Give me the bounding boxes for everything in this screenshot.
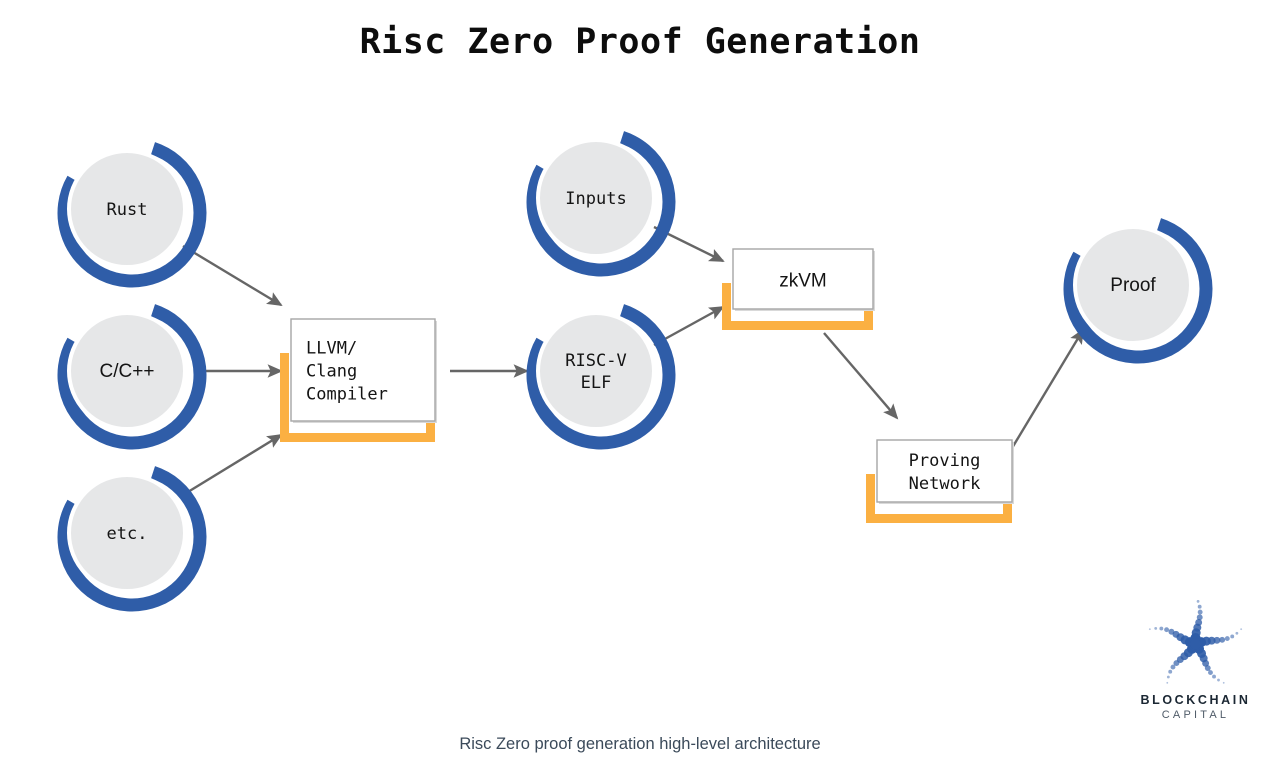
figure-caption: Risc Zero proof generation high-level ar… (459, 735, 821, 753)
node-circle-etc[interactable]: etc. (57, 466, 207, 612)
logo-center-dot (1190, 638, 1201, 650)
logo-dot (1212, 674, 1216, 679)
logo-dot (1197, 604, 1202, 609)
logo-dot (1159, 626, 1164, 631)
logo-dot (1240, 628, 1243, 631)
logo-dot (1164, 627, 1170, 633)
arrow-zkvm-to-proving (823, 332, 899, 420)
logo-dot (1168, 669, 1173, 674)
node-circle-label: Proof (1110, 275, 1156, 296)
logo-dot (1208, 670, 1213, 675)
architecture-diagram: Rust C/C++ etc. Inputs RISC-V ELF Proof LLVM/C… (57, 131, 1213, 612)
node-box-label: zkVM (779, 271, 827, 292)
blockchain-capital-logo: BLOCKCHAIN CAPITAL (1133, 595, 1258, 721)
node-box-proving[interactable]: Proving Network (866, 439, 1015, 523)
starfish-icon (1148, 595, 1243, 684)
node-box-compiler[interactable]: LLVM/Clang Compiler (280, 318, 438, 442)
logo-dot (1204, 665, 1211, 672)
logo-dot (1219, 636, 1226, 643)
page-title: Risc Zero Proof Generation (359, 22, 921, 62)
logo-dot (1166, 681, 1169, 684)
node-circle-cpp[interactable]: C/C++ (57, 304, 207, 450)
node-circle-proof[interactable]: Proof (1063, 218, 1213, 364)
node-circle-label: Inputs (565, 189, 626, 209)
node-box-zkvm[interactable]: zkVM (722, 248, 876, 330)
logo-dot (1235, 631, 1239, 635)
arrow-etc-to-compiler (182, 433, 283, 497)
node-circle-label: C/C++ (100, 361, 155, 382)
logo-primary-text: BLOCKCHAIN (1140, 693, 1251, 707)
logo-dot (1196, 599, 1200, 603)
logo-dot (1154, 626, 1158, 630)
logo-dot (1168, 628, 1175, 635)
logo-dot (1222, 681, 1225, 684)
circle-fill (536, 311, 656, 431)
node-circle-label: etc. (107, 524, 148, 544)
arrow-rust-to-compiler (182, 244, 283, 307)
node-circle-inputs[interactable]: Inputs (526, 131, 676, 277)
logo-secondary-text: CAPITAL (1161, 709, 1230, 721)
logo-dot (1197, 609, 1203, 615)
logo-dot (1217, 678, 1220, 682)
logo-dot (1170, 664, 1176, 670)
logo-dot (1230, 634, 1235, 639)
logo-dot (1148, 628, 1151, 631)
logo-dot (1196, 614, 1203, 621)
diagram-canvas: Risc Zero Proof Generation Rust C/C++ etc.… (0, 0, 1280, 774)
logo-dot (1166, 675, 1170, 679)
logo-dot (1224, 636, 1230, 642)
node-circle-rust[interactable]: Rust (57, 142, 207, 288)
node-circle-label: Rust (107, 200, 148, 220)
node-circle-riscv[interactable]: RISC-V ELF (526, 304, 676, 450)
